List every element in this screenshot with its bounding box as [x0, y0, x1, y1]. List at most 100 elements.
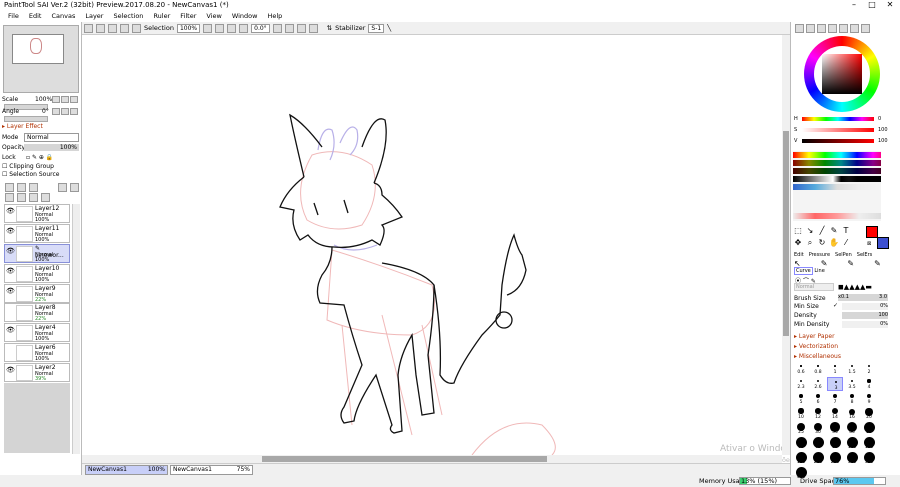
- lock-icons[interactable]: ▫ ✎ ⊕ 🔒: [26, 154, 53, 161]
- rotate-right-icon[interactable]: [284, 23, 294, 33]
- scale-plus-icon[interactable]: [61, 96, 69, 103]
- selpen-tool-icon[interactable]: ✎: [847, 259, 854, 268]
- layer-item[interactable]: 👁 Layer2 Normal 39%: [4, 363, 70, 382]
- layer-item[interactable]: 👁 Layer9 Normal 22%: [4, 284, 70, 303]
- angle-slider[interactable]: [4, 116, 48, 122]
- brush-size-cell[interactable]: 16: [844, 407, 860, 421]
- menu-selection[interactable]: Selection: [108, 11, 148, 22]
- brush-size-cell[interactable]: 400: [793, 466, 809, 481]
- flip-icon[interactable]: [308, 23, 318, 33]
- selection-pen-icon[interactable]: ✎: [829, 226, 839, 236]
- miscellaneous-section[interactable]: ▸ Miscellaneous: [794, 353, 841, 360]
- menu-filter[interactable]: Filter: [175, 11, 201, 22]
- menu-help[interactable]: Help: [262, 11, 287, 22]
- text-tool-icon[interactable]: T: [841, 226, 851, 236]
- brush-size-cell[interactable]: 20: [861, 407, 877, 421]
- brush-tab-selers[interactable]: SelErs: [857, 252, 872, 258]
- swatches-icon[interactable]: [839, 24, 848, 33]
- pressure-tool-icon[interactable]: ✎: [821, 259, 828, 268]
- lasso-icon[interactable]: ↘: [805, 226, 815, 236]
- brush-size-cell[interactable]: 6: [810, 392, 826, 406]
- swatch-row-bottom[interactable]: [793, 213, 881, 219]
- layer-paper-section[interactable]: ▸ Layer Paper: [794, 333, 835, 340]
- min-size-checkbox[interactable]: ✓: [833, 302, 838, 309]
- layer-item-selected[interactable]: 👁 ✎ Linewor... Normal 100%: [4, 244, 70, 263]
- brush-size-cell[interactable]: 30: [810, 422, 826, 436]
- visibility-eye-icon[interactable]: 👁: [6, 366, 15, 374]
- brush-size-cell[interactable]: 250: [827, 451, 843, 466]
- visibility-eye-icon[interactable]: [6, 346, 14, 354]
- brush-size-cell[interactable]: 5: [793, 392, 809, 406]
- selers-tool-icon[interactable]: ✎: [874, 259, 881, 268]
- saturation-slider[interactable]: [802, 128, 874, 132]
- horizontal-scroll-thumb[interactable]: [262, 456, 547, 462]
- mode-select[interactable]: Normal: [24, 133, 79, 142]
- brush-mode-select[interactable]: Normal: [794, 283, 834, 291]
- rotate-left-icon[interactable]: [272, 23, 282, 33]
- zoom-tool-icon[interactable]: ⌕: [805, 238, 815, 248]
- clear-layer-icon[interactable]: [29, 193, 38, 202]
- mixer-icon[interactable]: [861, 24, 870, 33]
- brush-size-cell[interactable]: 10: [793, 407, 809, 421]
- curve-mode[interactable]: Curve Line: [794, 267, 825, 275]
- opacity-slider[interactable]: 100%: [24, 144, 79, 151]
- brush-size-cell[interactable]: 100: [844, 436, 860, 451]
- brush-tab-pressure[interactable]: Pressure: [809, 252, 830, 258]
- brush-tab-edit[interactable]: Edit: [794, 252, 804, 258]
- brush-size-cell[interactable]: 7: [827, 392, 843, 406]
- clipping-row[interactable]: ☐ Clipping Group: [2, 163, 80, 171]
- hue-ring[interactable]: [804, 36, 880, 112]
- layer-item[interactable]: Layer6 Normal 100%: [4, 343, 70, 362]
- visibility-eye-icon[interactable]: 👁: [6, 267, 15, 275]
- visibility-eye-icon[interactable]: 👁: [6, 207, 15, 215]
- layer-item[interactable]: Layer8 Normal 22%: [4, 303, 70, 322]
- show-selection-icon[interactable]: [132, 23, 141, 33]
- navigator-preview[interactable]: [3, 25, 79, 93]
- menu-edit[interactable]: Edit: [24, 11, 47, 22]
- menu-file[interactable]: File: [3, 11, 24, 22]
- brush-size-cell[interactable]: 50: [861, 421, 877, 436]
- angle-value[interactable]: 0°: [42, 108, 49, 115]
- canvas-horizontal-scrollbar[interactable]: [82, 455, 782, 463]
- stabilizer-select[interactable]: S-1: [368, 23, 385, 33]
- rotate-reset-icon[interactable]: [296, 23, 306, 33]
- scale-minus-icon[interactable]: [52, 96, 60, 103]
- brush-size-cell[interactable]: 2.3: [793, 377, 809, 391]
- brush-size-cell[interactable]: 70: [810, 436, 826, 451]
- angle-minus-icon[interactable]: [52, 108, 60, 115]
- swatch-row-bright[interactable]: [793, 152, 881, 158]
- new-linework-icon[interactable]: [17, 183, 26, 192]
- merge-down-icon[interactable]: [17, 193, 26, 202]
- brush-size-cell[interactable]: 2.6: [810, 377, 826, 391]
- move-icon[interactable]: ✥: [793, 238, 803, 248]
- brush-size-cell[interactable]: 40: [844, 421, 860, 436]
- hue-slider[interactable]: [802, 117, 874, 121]
- min-size-slider[interactable]: 0%: [842, 303, 888, 310]
- swatch-row-grey[interactable]: [793, 176, 881, 182]
- close-icon[interactable]: ✕: [882, 0, 898, 11]
- zoom-fit-icon[interactable]: [239, 23, 249, 33]
- swatch-grid[interactable]: [793, 151, 881, 221]
- brush-size-cell[interactable]: 300: [844, 451, 860, 466]
- value-slider[interactable]: [802, 139, 874, 143]
- canvas-tab-active[interactable]: NewCanvas1 100%: [85, 465, 168, 475]
- color-wheel-icon[interactable]: [795, 24, 804, 33]
- layer-option2-icon[interactable]: [70, 183, 79, 192]
- canvas-tab[interactable]: NewCanvas1 75%: [170, 465, 253, 475]
- brush-size-cell[interactable]: 8: [844, 392, 860, 406]
- visibility-eye-icon[interactable]: 👁: [6, 247, 15, 255]
- layer-item[interactable]: 👁 Layer4 Normal 100%: [4, 323, 70, 342]
- brush-size-grid[interactable]: 0.6 0.8 1 1.5 2 2.3 2.6 3 3.5 4 5 6 7 8 9 10 12 14 16 20 25 3…: [793, 362, 889, 480]
- brush-size-slider[interactable]: x0.1 3.0: [838, 294, 888, 301]
- brush-size-cell[interactable]: 12: [810, 407, 826, 421]
- menu-canvas[interactable]: Canvas: [46, 11, 80, 22]
- menu-window[interactable]: Window: [227, 11, 263, 22]
- zoom-in-icon[interactable]: [215, 23, 225, 33]
- menu-layer[interactable]: Layer: [80, 11, 108, 22]
- zoom-out-icon[interactable]: [203, 23, 213, 33]
- minimize-icon[interactable]: –: [846, 0, 862, 11]
- invert-selection-icon[interactable]: [120, 23, 129, 33]
- swatch-row-darker[interactable]: [793, 168, 881, 174]
- delete-layer-icon[interactable]: [41, 193, 50, 202]
- zoom-field[interactable]: 100%: [176, 23, 201, 33]
